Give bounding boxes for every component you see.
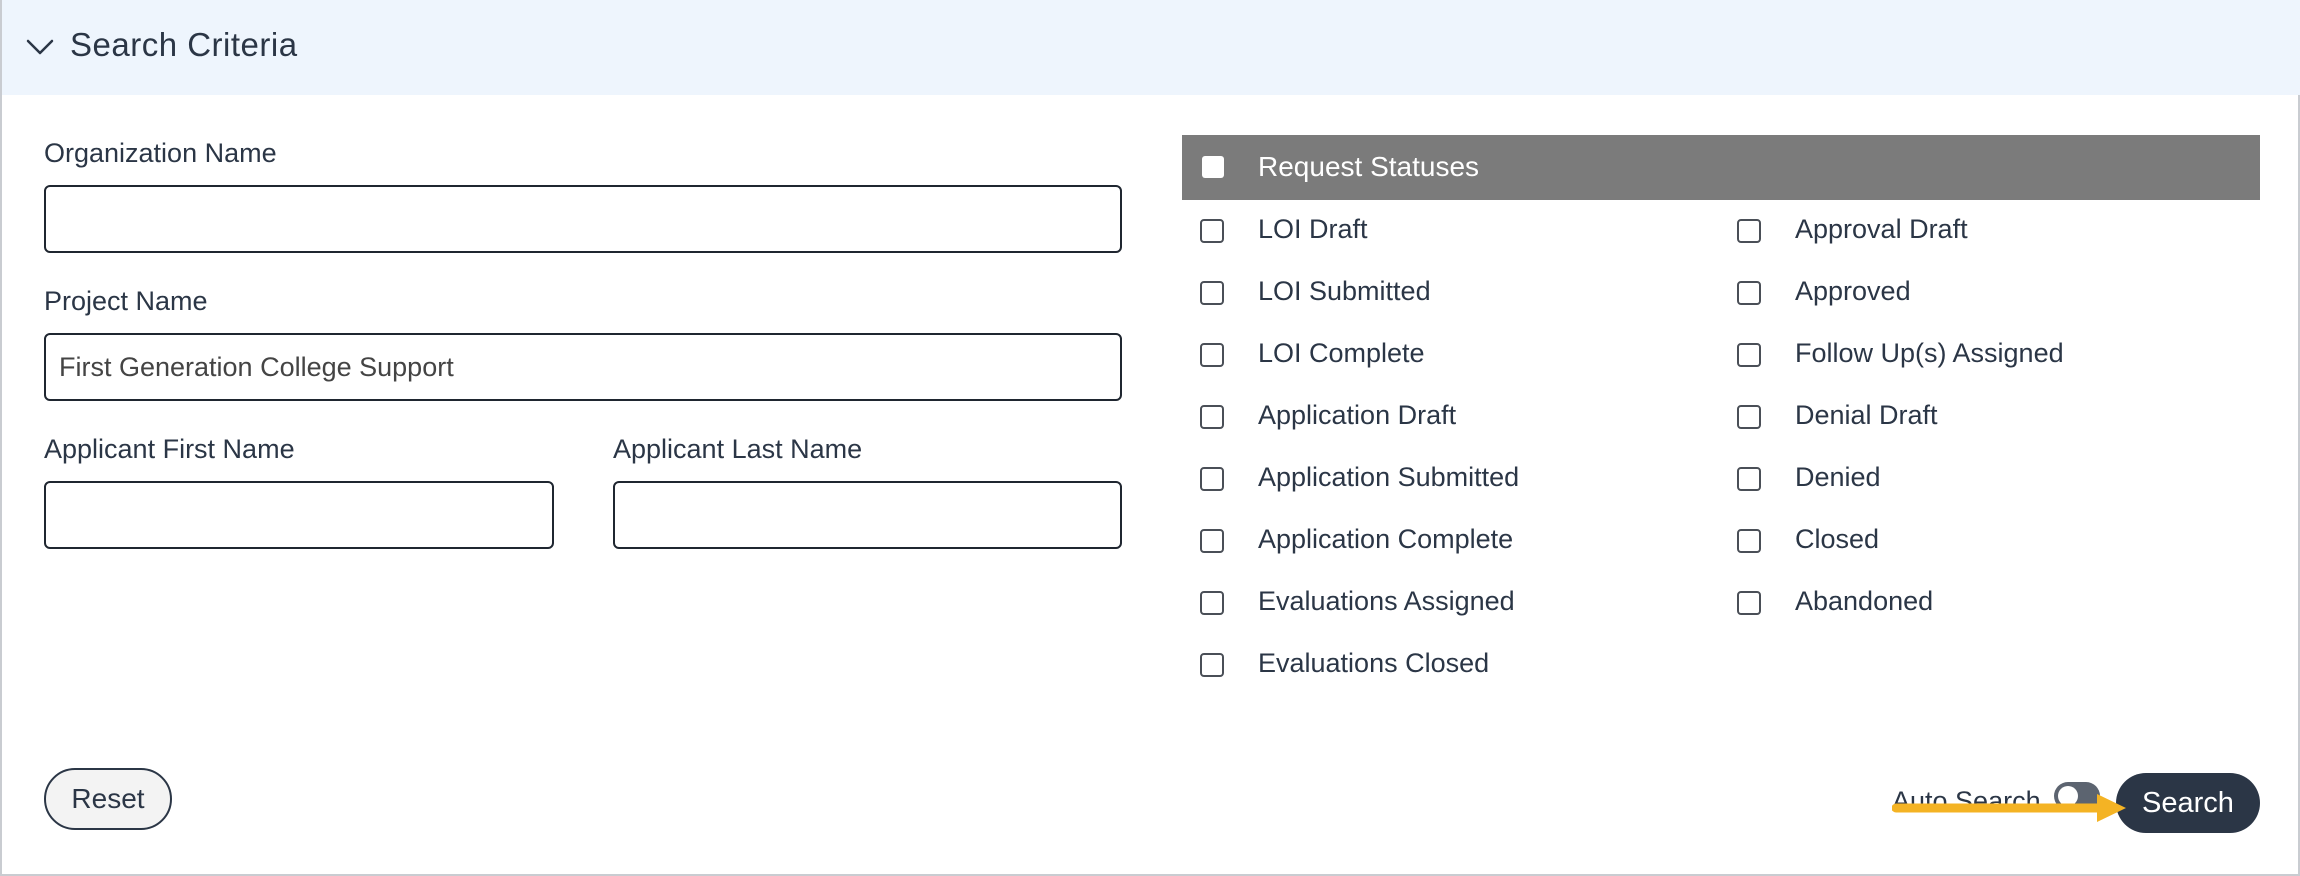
status-checkbox[interactable] <box>1737 281 1761 305</box>
status-label: LOI Submitted <box>1258 276 1431 306</box>
status-label: LOI Draft <box>1258 214 1368 244</box>
status-checkbox[interactable] <box>1200 405 1224 429</box>
chevron-down-icon[interactable] <box>26 36 54 58</box>
project-name-input[interactable] <box>44 333 1122 401</box>
status-checkbox[interactable] <box>1737 591 1761 615</box>
status-checkbox[interactable] <box>1737 529 1761 553</box>
status-checkbox[interactable] <box>1200 529 1224 553</box>
select-all-statuses-checkbox[interactable] <box>1202 156 1224 178</box>
org-name-input[interactable] <box>44 185 1122 253</box>
status-checkbox[interactable] <box>1200 281 1224 305</box>
status-checkbox[interactable] <box>1737 219 1761 243</box>
annotation-arrow-icon <box>1892 794 2126 822</box>
status-label: Application Submitted <box>1258 462 1520 492</box>
first-name-label: Applicant First Name <box>44 434 295 464</box>
panel-title: Search Criteria <box>70 26 298 63</box>
status-label: Application Draft <box>1258 400 1457 430</box>
status-label: Approved <box>1795 276 1911 306</box>
status-checkbox[interactable] <box>1200 653 1224 677</box>
status-label: Evaluations Closed <box>1258 648 1490 678</box>
status-label: Denied <box>1795 462 1881 492</box>
status-label: Closed <box>1795 524 1880 554</box>
search-criteria-header[interactable]: Search Criteria <box>2 0 2300 95</box>
status-checkbox[interactable] <box>1737 405 1761 429</box>
last-name-input[interactable] <box>613 481 1122 549</box>
search-button[interactable]: Search <box>2116 773 2260 833</box>
status-label: Follow Up(s) Assigned <box>1795 338 2064 368</box>
status-checkbox[interactable] <box>1737 467 1761 491</box>
request-statuses-header: Request Statuses <box>1182 135 2260 200</box>
reset-button[interactable]: Reset <box>44 768 172 830</box>
project-name-label: Project Name <box>44 286 208 316</box>
org-name-label: Organization Name <box>44 138 277 168</box>
first-name-input[interactable] <box>44 481 554 549</box>
status-label: LOI Complete <box>1258 338 1425 368</box>
status-checkbox[interactable] <box>1200 343 1224 367</box>
status-checkbox[interactable] <box>1737 343 1761 367</box>
request-statuses-title: Request Statuses <box>1258 151 1480 182</box>
status-label: Evaluations Assigned <box>1258 586 1515 616</box>
status-checkbox[interactable] <box>1200 467 1224 491</box>
search-criteria-panel: Search Criteria Organization Name Projec… <box>0 0 2300 876</box>
status-checkbox[interactable] <box>1200 219 1224 243</box>
last-name-label: Applicant Last Name <box>613 434 863 464</box>
status-label: Denial Draft <box>1795 400 1938 430</box>
status-label: Abandoned <box>1795 586 1934 616</box>
status-checkbox[interactable] <box>1200 591 1224 615</box>
status-label: Approval Draft <box>1795 214 1968 244</box>
status-label: Application Complete <box>1258 524 1514 554</box>
